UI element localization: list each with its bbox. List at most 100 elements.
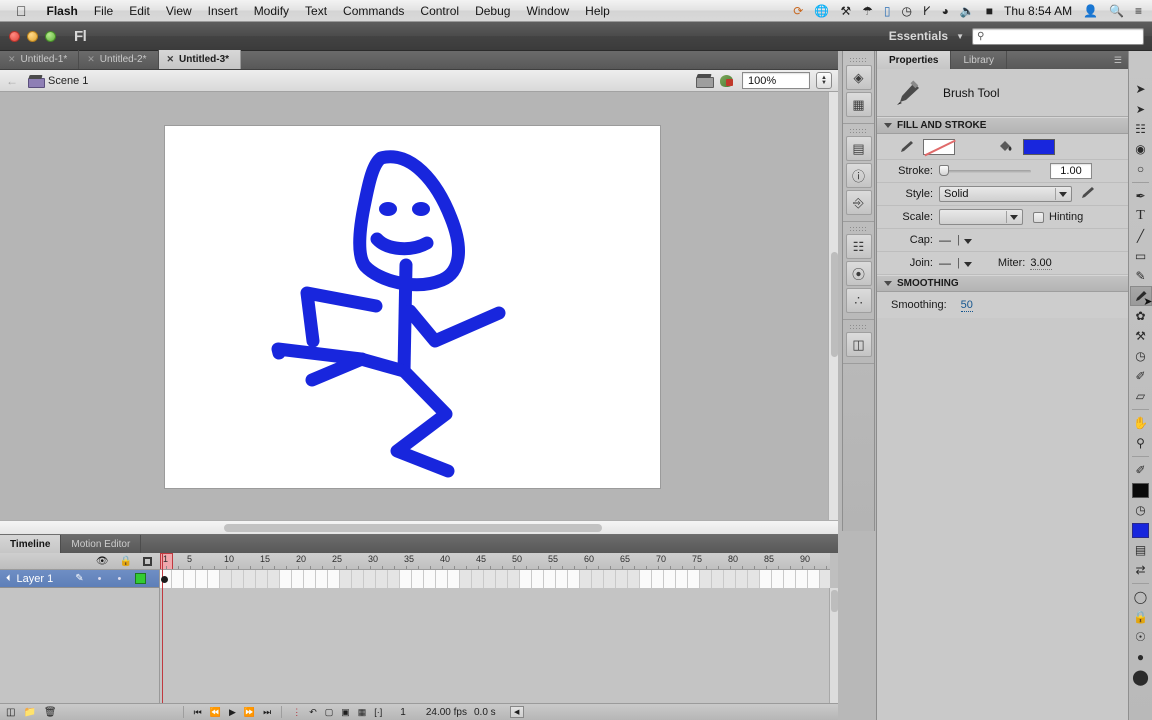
frame-cell[interactable] — [700, 570, 712, 588]
close-icon[interactable]: ✕ — [87, 54, 95, 65]
frame-cell[interactable] — [628, 570, 640, 588]
scene-label[interactable]: Scene 1 — [48, 75, 88, 87]
frame-cell[interactable] — [604, 570, 616, 588]
menu-insert[interactable]: Insert — [200, 4, 246, 18]
frame-cell[interactable] — [448, 570, 460, 588]
frame-cell[interactable] — [676, 570, 688, 588]
frame-cell[interactable] — [616, 570, 628, 588]
frame-cell[interactable] — [292, 570, 304, 588]
swatches-icon[interactable]: ▦ — [845, 92, 872, 117]
brush-size-icon[interactable]: ● — [1130, 647, 1152, 667]
zoom-level-field[interactable]: 100% — [742, 72, 810, 89]
swap-colors-icon[interactable]: ⇄ — [1130, 560, 1152, 580]
cap-value[interactable]: — — [939, 233, 953, 247]
loop-icon[interactable]: ↶ — [309, 707, 317, 718]
object-drawing-icon[interactable]: ◯ — [1130, 587, 1152, 607]
frame-cell[interactable] — [544, 570, 556, 588]
trash-icon[interactable]: 🗑 — [44, 707, 57, 718]
minimize-window-button[interactable] — [27, 30, 38, 42]
onion-outline-icon[interactable]: ▣ — [341, 707, 350, 718]
frame-cell[interactable] — [412, 570, 424, 588]
spotlight-search-icon[interactable]: 🔍 — [1109, 5, 1124, 17]
subselection-tool-icon[interactable]: ➤ — [1130, 99, 1152, 119]
help-search-input[interactable] — [984, 30, 1143, 42]
airplay-icon[interactable]: ▯ — [884, 5, 891, 17]
frame-cell[interactable] — [472, 570, 484, 588]
miter-value[interactable]: 3.00 — [1030, 257, 1052, 270]
scrollbar-thumb[interactable] — [224, 524, 602, 532]
brush-shape-icon[interactable]: ⬤ — [1130, 667, 1152, 687]
frame-cell[interactable] — [640, 570, 652, 588]
chevron-down-icon[interactable] — [1010, 215, 1018, 220]
close-window-button[interactable] — [9, 30, 20, 42]
frame-cell[interactable] — [508, 570, 520, 588]
keyframe-marker[interactable] — [161, 576, 168, 583]
frame-rate-indicator[interactable]: 24.00 fps — [426, 707, 467, 718]
frame-cell[interactable] — [232, 570, 244, 588]
text-tool-icon[interactable]: T — [1130, 206, 1152, 226]
frame-cell[interactable] — [352, 570, 364, 588]
frame-cell[interactable] — [556, 570, 568, 588]
document-tab-untitled-3[interactable]: ✕ Untitled-3* — [158, 50, 242, 69]
lock-fill-icon[interactable]: 🔒 — [1130, 607, 1152, 627]
components-icon[interactable]: ⦿ — [845, 261, 872, 286]
close-icon[interactable]: ✕ — [8, 54, 16, 65]
eyedropper-tool-icon[interactable]: ✐ — [1130, 366, 1152, 386]
rail-grip[interactable] — [843, 55, 874, 64]
menu-app-name[interactable]: Flash — [39, 4, 86, 18]
pencil-tool-icon[interactable]: ✎ — [1130, 266, 1152, 286]
airdrop-icon[interactable]: ☂ — [862, 5, 873, 17]
frame-cell[interactable] — [772, 570, 784, 588]
menu-modify[interactable]: Modify — [246, 4, 297, 18]
frame-cell[interactable] — [340, 570, 352, 588]
center-frame-icon[interactable]: ⋮ — [292, 707, 301, 718]
last-frame-icon[interactable]: ⏭ — [263, 707, 271, 718]
pen-tool-icon[interactable]: ✒ — [1130, 186, 1152, 206]
battery-icon[interactable]: ■ — [986, 5, 993, 17]
stage-horizontal-scrollbar[interactable] — [0, 520, 838, 534]
fill-color-swatch[interactable] — [1130, 520, 1152, 540]
document-tab-untitled-1[interactable]: ✕ Untitled-1* — [0, 50, 80, 69]
deco-tool-icon[interactable]: ✿ — [1130, 306, 1152, 326]
frame-cell[interactable] — [196, 570, 208, 588]
apple-icon[interactable]:  — [16, 4, 27, 18]
edit-symbols-icon[interactable] — [719, 73, 736, 88]
zoom-tool-icon[interactable]: ⚲ — [1130, 433, 1152, 453]
smoothing-value[interactable]: 50 — [960, 299, 973, 312]
frame-cell[interactable] — [364, 570, 376, 588]
frame-cell[interactable] — [736, 570, 748, 588]
resize-icon[interactable]: ◀ — [509, 706, 524, 718]
menu-text[interactable]: Text — [297, 4, 335, 18]
outline-icon[interactable] — [143, 556, 152, 566]
stroke-color-swatch[interactable] — [1130, 480, 1152, 500]
close-icon[interactable]: ✕ — [167, 54, 175, 65]
globe-icon[interactable]: 🌐 — [814, 5, 829, 17]
black-and-white-icon[interactable]: ▤ — [1130, 540, 1152, 560]
frame-cell[interactable] — [592, 570, 604, 588]
join-chevron-down-icon[interactable] — [963, 261, 972, 267]
frame-cell[interactable] — [796, 570, 808, 588]
layer-lock-dot[interactable]: • — [117, 573, 121, 585]
rail-grip[interactable] — [843, 224, 874, 233]
timemachine-icon[interactable]: ◷ — [901, 5, 911, 17]
scrollbar-thumb[interactable] — [831, 590, 838, 612]
workspace-switcher-label[interactable]: Essentials — [889, 29, 948, 43]
timeline-ruler[interactable]: 1 5 10 15 20 25 30 35 40 45 50 55 60 65 … — [160, 553, 830, 570]
new-folder-icon[interactable]: 📁 — [23, 707, 35, 718]
frame-cell[interactable] — [580, 570, 592, 588]
lock-icon[interactable]: 🔒 — [120, 556, 132, 567]
frame-cell[interactable] — [784, 570, 796, 588]
timeline-empty-area[interactable] — [160, 588, 830, 704]
frame-cell[interactable] — [748, 570, 760, 588]
frame-cell[interactable] — [268, 570, 280, 588]
section-smoothing-header[interactable]: SMOOTHING — [877, 275, 1128, 292]
layer-row-layer-1[interactable]: ⏴ Layer 1 ✎ • • — [0, 570, 159, 588]
stage-vertical-scrollbar[interactable] — [828, 92, 838, 520]
menu-debug[interactable]: Debug — [467, 4, 518, 18]
frame-cell[interactable] — [184, 570, 196, 588]
frame-cell[interactable] — [316, 570, 328, 588]
slider-knob[interactable] — [939, 165, 949, 176]
scrollbar-thumb[interactable] — [831, 252, 838, 357]
section-fill-and-stroke-header[interactable]: FILL AND STROKE — [877, 117, 1128, 134]
wifi-icon[interactable]: ◕ — [942, 5, 949, 17]
